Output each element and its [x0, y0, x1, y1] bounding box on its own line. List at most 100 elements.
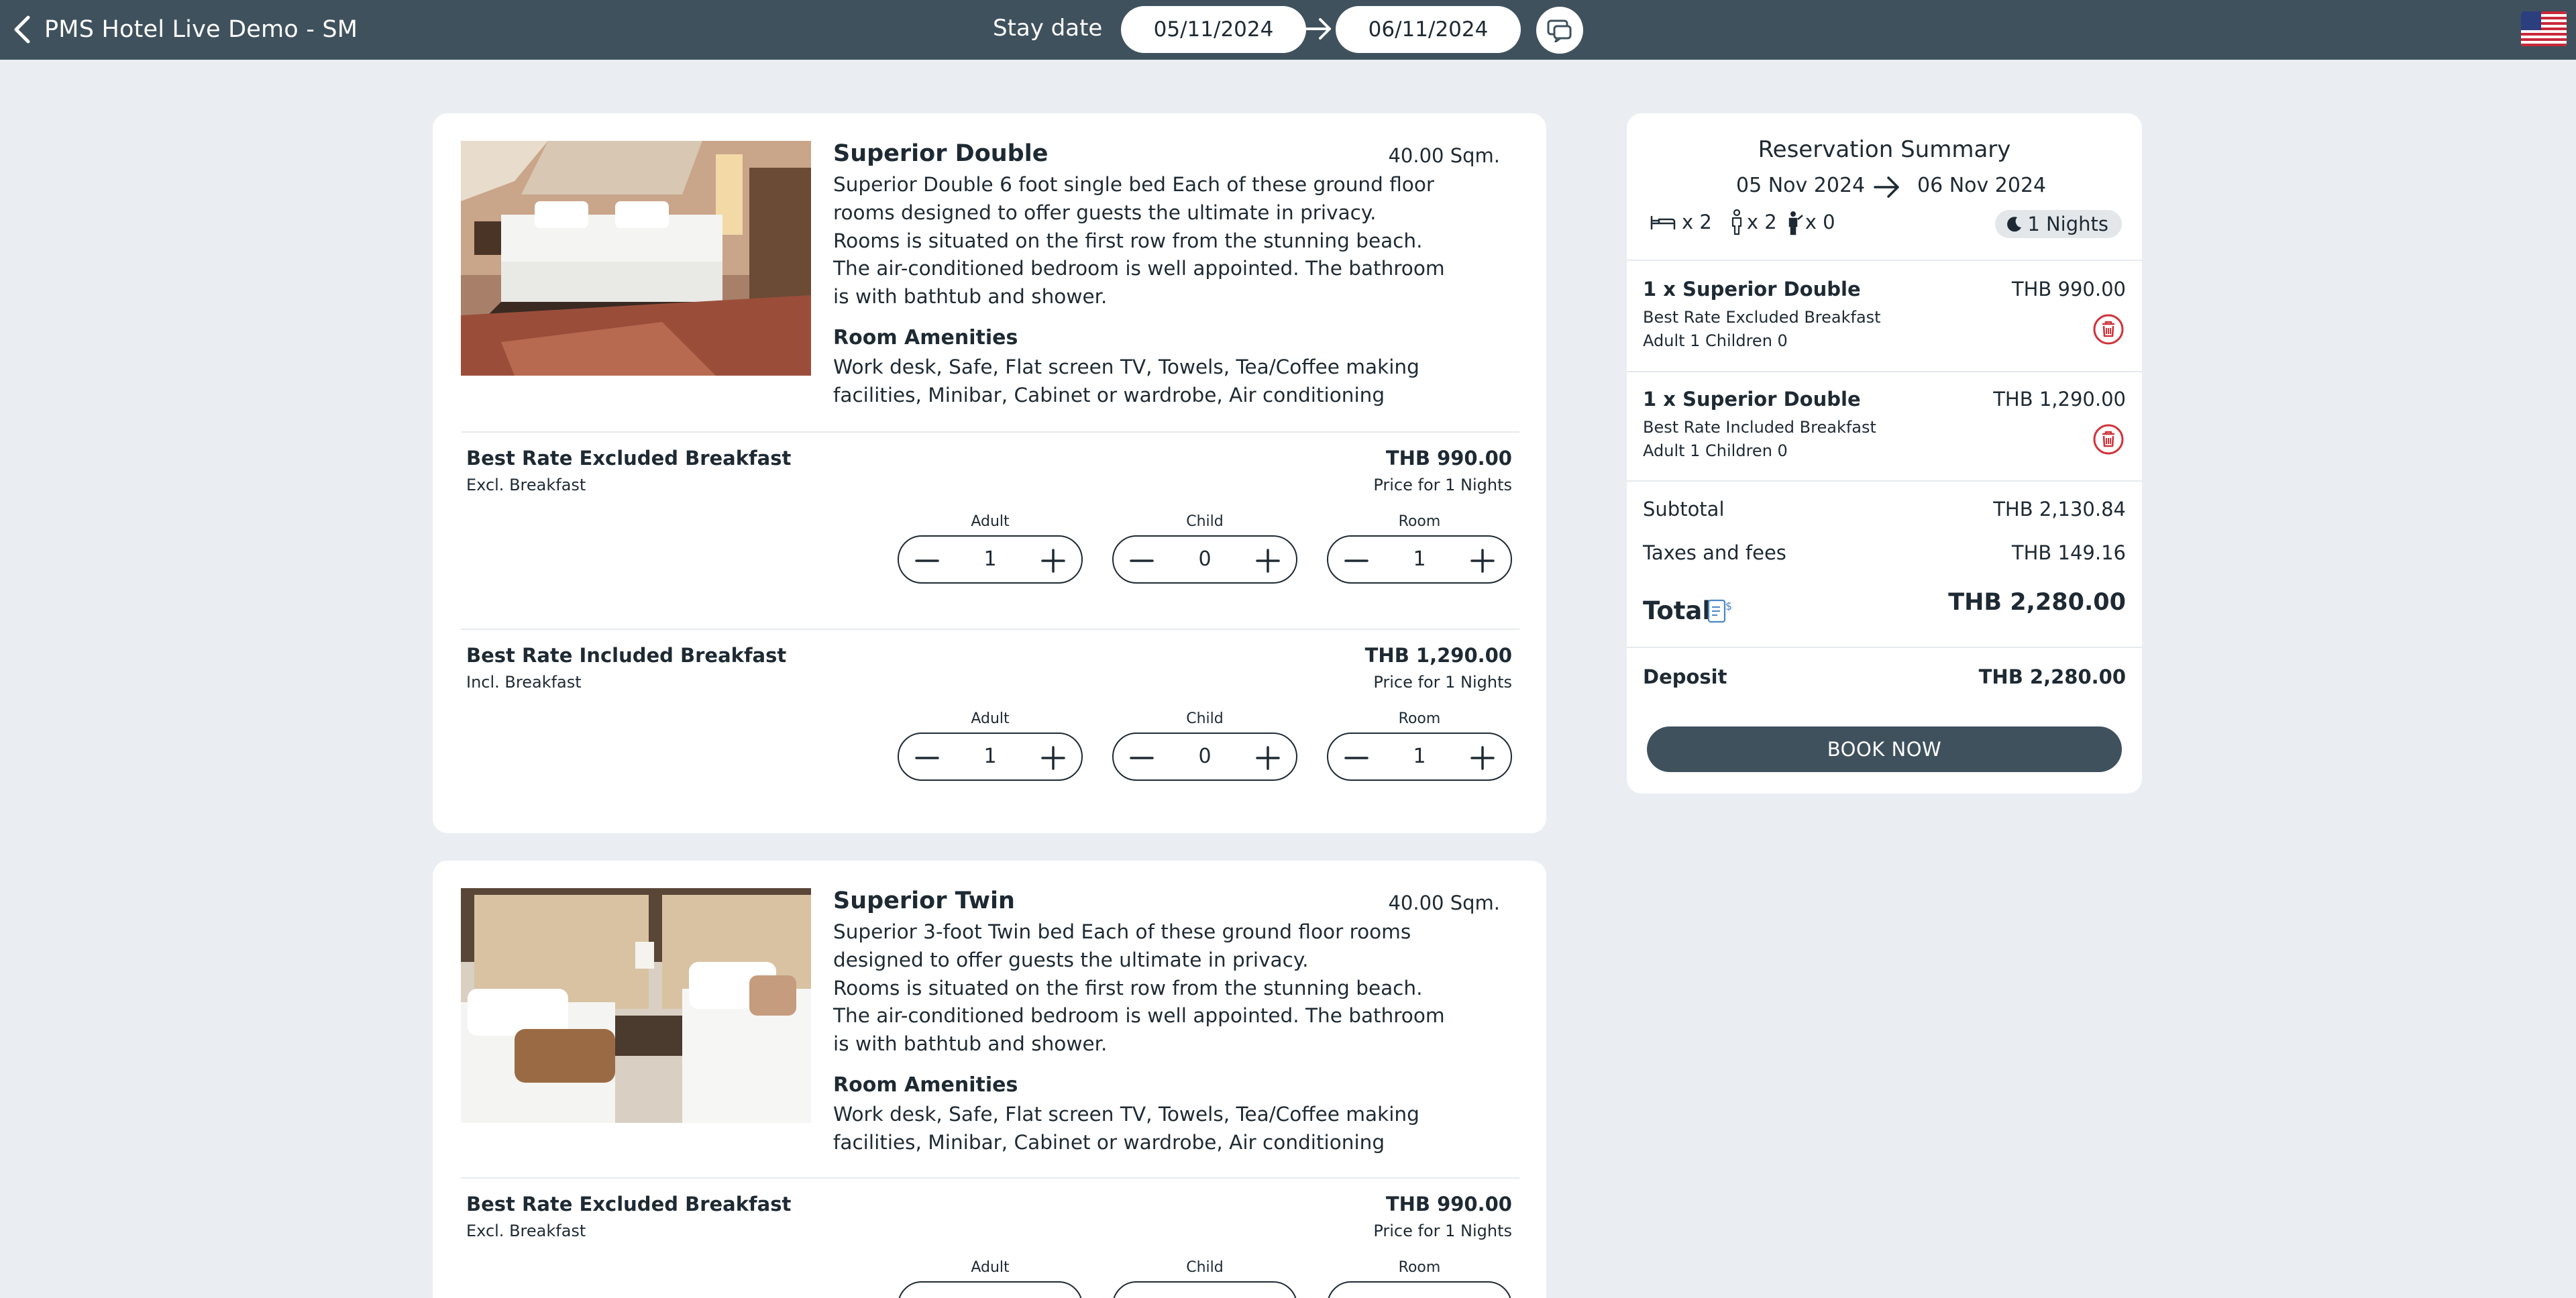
taxes-label: Taxes and fees	[1643, 541, 1786, 564]
summary-item-price: THB 1,290.00	[1993, 388, 2126, 411]
rate-nights: Price for 1 Nights	[1373, 673, 1512, 692]
summary-item-name: 1 x Superior Double	[1643, 388, 1861, 411]
rate-price: THB 990.00	[1385, 1193, 1512, 1215]
book-now-button[interactable]: BOOK NOW	[1647, 726, 2122, 772]
rate-price: THB 1,290.00	[1364, 644, 1512, 667]
check-in-date-field[interactable]: 05/11/2024	[1121, 6, 1306, 53]
nights-badge: 1 Nights	[1995, 210, 2122, 238]
nights-count: 1 Nights	[2027, 213, 2108, 235]
summary-item-rate: Best Rate Included Breakfast	[1643, 418, 1876, 437]
check-out-date-field[interactable]: 06/11/2024	[1336, 6, 1521, 53]
adults-count: x 2	[1746, 211, 1777, 233]
room-stepper: 1	[1327, 535, 1512, 584]
divider	[1627, 647, 2142, 648]
summary-item-price: THB 990.00	[2011, 278, 2126, 301]
reservation-summary: Reservation Summary 05 Nov 2024 06 Nov 2…	[1627, 113, 2142, 794]
adult-stepper[interactable]	[898, 1281, 1083, 1298]
child-count: 0	[1198, 745, 1212, 768]
plus-icon[interactable]	[1038, 743, 1068, 773]
rate-name: Best Rate Included Breakfast	[466, 644, 787, 667]
room-photo	[461, 888, 811, 1123]
arrow-right-icon	[1304, 15, 1334, 42]
room-stepper: 1	[1327, 733, 1512, 781]
minus-icon[interactable]	[1342, 743, 1371, 773]
rate-nights: Price for 1 Nights	[1373, 476, 1512, 494]
minus-icon[interactable]	[1127, 743, 1157, 773]
svg-text:$: $	[1725, 600, 1732, 612]
rate-subtitle: Excl. Breakfast	[466, 1222, 586, 1240]
us-flag-icon[interactable]	[2521, 11, 2567, 46]
children-count: x 0	[1805, 211, 1835, 233]
room-name: Superior Double	[833, 140, 1049, 167]
child-count: 0	[1198, 547, 1212, 571]
child-stepper: 0	[1112, 535, 1297, 584]
room-count: 1	[1413, 547, 1426, 571]
occupancy-row: x 2 x 2 x 0	[1650, 209, 1841, 235]
plus-icon[interactable]	[1038, 546, 1068, 576]
room-stepper[interactable]	[1327, 1281, 1512, 1298]
plus-icon[interactable]	[1253, 546, 1283, 576]
adult-count: 1	[983, 745, 997, 768]
rate-name: Best Rate Excluded Breakfast	[466, 447, 792, 470]
room-label: Room	[1398, 1259, 1441, 1276]
amenities-list: Work desk, Safe, Flat screen TV, Towels,…	[833, 1103, 1419, 1154]
room-label: Room	[1398, 513, 1441, 530]
adult-stepper: 1	[898, 733, 1083, 781]
minus-icon[interactable]	[912, 546, 942, 576]
amenities-title: Room Amenities	[833, 326, 1018, 349]
moon-icon	[2007, 217, 2022, 232]
minus-icon[interactable]	[912, 743, 942, 773]
arrow-right-icon	[1872, 174, 1902, 201]
room-size: 40.00 Sqm.	[1388, 891, 1500, 914]
child-stepper: 0	[1112, 733, 1297, 781]
bed-icon	[1650, 215, 1676, 230]
divider	[461, 1177, 1519, 1179]
deposit-value: THB 2,280.00	[1978, 665, 2126, 688]
adult-stepper: 1	[898, 535, 1083, 584]
child-label: Child	[1186, 710, 1224, 727]
room-description: Superior Double 6 foot single bed Each o…	[833, 173, 1445, 309]
adult-count: 1	[983, 547, 997, 571]
room-name: Superior Twin	[833, 887, 1015, 914]
minus-icon[interactable]	[1342, 546, 1371, 576]
amenities-list: Work desk, Safe, Flat screen TV, Towels,…	[833, 356, 1419, 407]
rate-nights: Price for 1 Nights	[1373, 1222, 1512, 1240]
back-icon[interactable]	[9, 15, 36, 44]
total-value: THB 2,280.00	[1948, 589, 2126, 616]
rate-subtitle: Incl. Breakfast	[466, 673, 582, 692]
beds-count: x 2	[1682, 211, 1712, 233]
room-card-superior-twin: Superior Twin 40.00 Sqm. Superior 3-foot…	[433, 861, 1546, 1298]
app-title: PMS Hotel Live Demo - SM	[44, 16, 358, 43]
room-count: 1	[1413, 745, 1426, 768]
child-label: Child	[1186, 513, 1224, 530]
divider	[1627, 371, 2142, 372]
adult-label: Adult	[971, 710, 1010, 727]
taxes-value: THB 149.16	[2011, 541, 2126, 564]
total-label: Total	[1643, 596, 1711, 625]
divider	[461, 431, 1519, 433]
plus-icon[interactable]	[1468, 743, 1497, 773]
room-photo	[461, 141, 811, 376]
minus-icon[interactable]	[1127, 546, 1157, 576]
subtotal-label: Subtotal	[1643, 498, 1725, 521]
summary-check-in: 05 Nov 2024	[1736, 174, 1866, 197]
delete-icon[interactable]	[2092, 423, 2125, 455]
plus-icon[interactable]	[1468, 546, 1497, 576]
summary-check-out: 06 Nov 2024	[1917, 174, 2047, 197]
chat-button[interactable]	[1536, 7, 1583, 54]
rate-name: Best Rate Excluded Breakfast	[466, 1193, 792, 1215]
top-bar: PMS Hotel Live Demo - SM Stay date 05/11…	[0, 0, 2576, 60]
child-stepper[interactable]	[1112, 1281, 1297, 1298]
room-size: 40.00 Sqm.	[1388, 144, 1500, 167]
rate-price: THB 990.00	[1385, 447, 1512, 470]
child-label: Child	[1186, 1259, 1224, 1276]
rate-subtitle: Excl. Breakfast	[466, 476, 586, 494]
divider	[1627, 260, 2142, 261]
plus-icon[interactable]	[1253, 743, 1283, 773]
amenities-title: Room Amenities	[833, 1073, 1018, 1097]
chat-icon	[1547, 19, 1572, 42]
delete-icon[interactable]	[2092, 313, 2125, 345]
summary-item-occupancy: Adult 1 Children 0	[1643, 331, 1788, 350]
invoice-icon[interactable]: $	[1707, 598, 1733, 625]
divider	[461, 629, 1519, 630]
